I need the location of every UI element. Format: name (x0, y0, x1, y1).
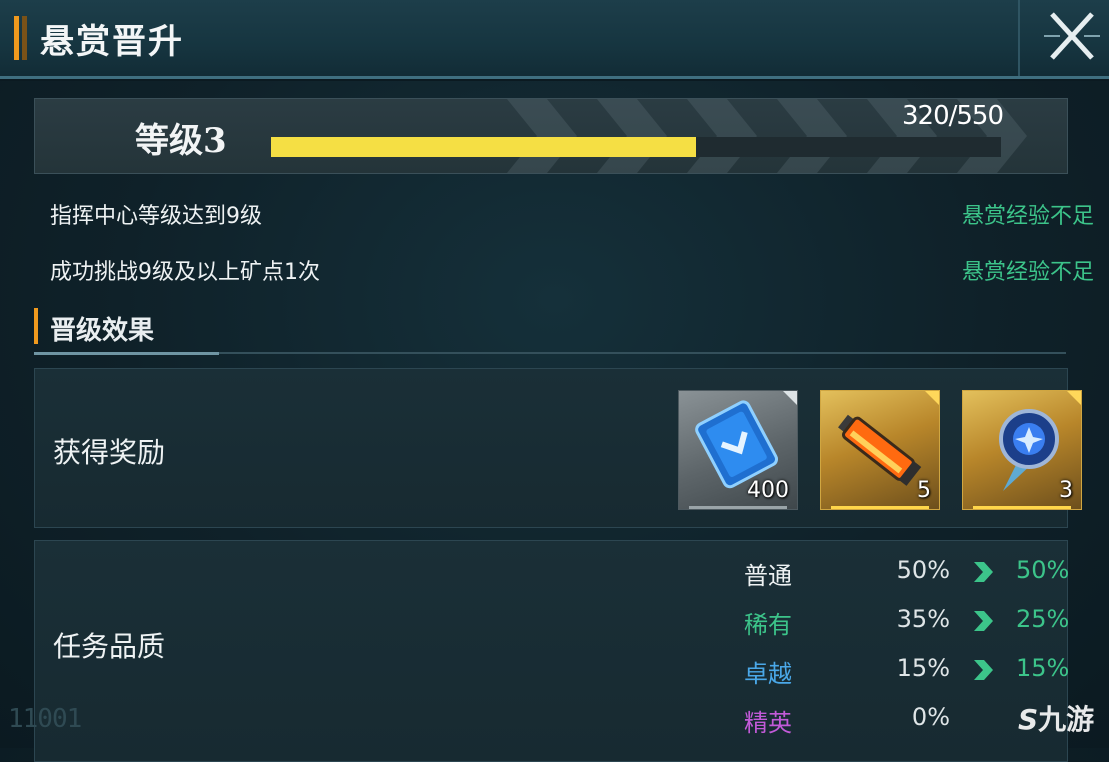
quality-new-rate: 50% (1016, 556, 1070, 584)
section-divider-highlight (34, 352, 219, 355)
level-progress-fill (271, 137, 696, 157)
level-progress-text: 320/550 (901, 101, 1004, 131)
quality-name: 普通 (744, 562, 792, 590)
reward-quantity: 5 (917, 478, 931, 503)
watermark-code: 11001 (8, 704, 82, 734)
quality-label: 任务品质 (53, 630, 166, 663)
requirement-row: 指挥中心等级达到9级 悬赏经验不足 (50, 198, 1100, 234)
page-title: 悬赏晋升 (40, 22, 184, 62)
close-button[interactable] (1040, 6, 1104, 66)
arrow-right-icon (974, 660, 993, 680)
level-progress-bar (271, 137, 1001, 157)
quality-new-rate: 15% (1016, 654, 1070, 682)
section-accent-bar (34, 308, 38, 344)
reward-quantity: 400 (747, 478, 789, 503)
rewards-label: 获得奖励 (53, 436, 166, 469)
header-divider (1018, 0, 1020, 76)
quality-row: 普通 50% 50% (740, 556, 1080, 596)
arrow-right-icon (974, 611, 993, 631)
quality-name: 卓越 (744, 660, 792, 688)
quality-current-rate: 15% (896, 654, 950, 682)
logo-s-icon: S (1018, 703, 1039, 736)
reward-quantity: 3 (1059, 478, 1073, 503)
watermark-logo: S九游 (1018, 703, 1095, 736)
quality-current-rate: 50% (896, 556, 950, 584)
level-panel: 等级3 320/550 (34, 98, 1068, 174)
level-label: 等级3 (135, 121, 227, 161)
reward-item[interactable]: 5 (820, 390, 940, 510)
requirement-text: 成功挑战9级及以上矿点1次 (50, 260, 320, 285)
quality-name: 稀有 (744, 611, 792, 639)
section-title: 晋级效果 (50, 316, 155, 346)
arrow-right-icon (974, 562, 993, 582)
quality-current-rate: 0% (911, 703, 950, 731)
reward-item[interactable]: 400 (678, 390, 798, 510)
close-x-icon (1044, 12, 1100, 60)
requirement-row: 成功挑战9级及以上矿点1次 悬赏经验不足 (50, 254, 1100, 290)
title-accent-marker (14, 16, 28, 60)
requirement-status: 悬赏经验不足 (961, 260, 1094, 285)
reward-item[interactable]: 3 (962, 390, 1082, 510)
title-bar: 悬赏晋升 (0, 0, 1109, 79)
quality-current-rate: 35% (896, 605, 950, 633)
quality-name: 精英 (744, 709, 792, 737)
requirement-text: 指挥中心等级达到9级 (50, 204, 262, 229)
requirement-status: 悬赏经验不足 (961, 204, 1094, 229)
quality-row: 卓越 15% 15% (740, 654, 1080, 694)
quality-row: 稀有 35% 25% (740, 605, 1080, 645)
quality-new-rate: 25% (1016, 605, 1070, 633)
